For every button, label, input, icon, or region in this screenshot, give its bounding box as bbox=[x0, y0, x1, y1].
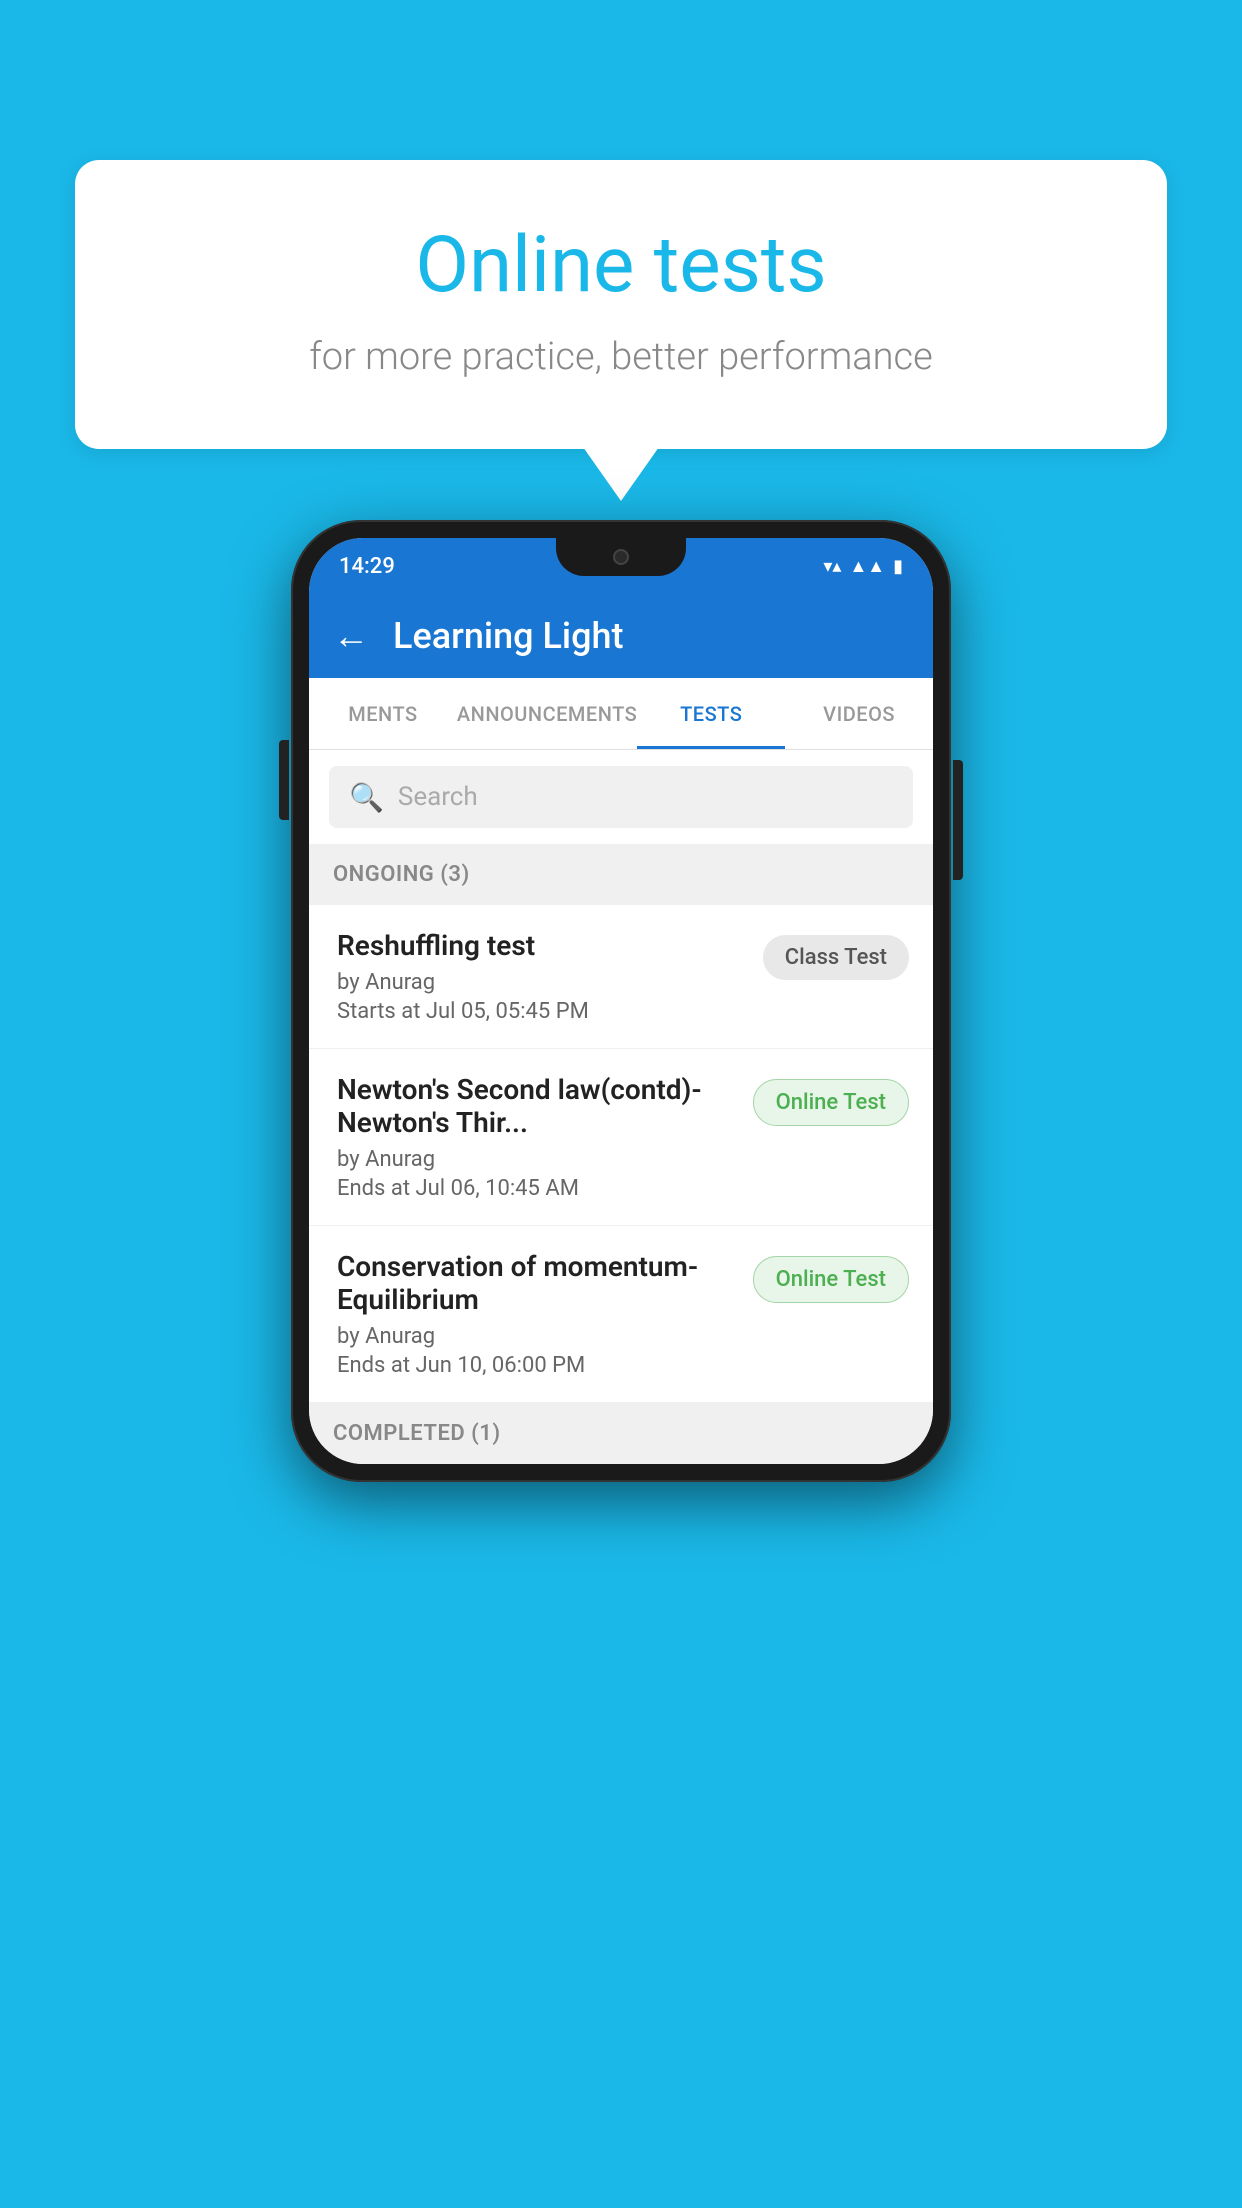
phone-wrapper: 14:29 ▾▴ ▲▲ ▮ ← Learning Light MENTS bbox=[291, 520, 951, 1482]
test-badge-online: Online Test bbox=[753, 1079, 909, 1126]
test-by: by Anurag bbox=[337, 1324, 737, 1349]
test-info: Conservation of momentum-Equilibrium by … bbox=[337, 1250, 753, 1378]
phone-screen: 14:29 ▾▴ ▲▲ ▮ ← Learning Light MENTS bbox=[309, 538, 933, 1464]
phone-outer: 14:29 ▾▴ ▲▲ ▮ ← Learning Light MENTS bbox=[291, 520, 951, 1482]
test-badge-online: Online Test bbox=[753, 1256, 909, 1303]
test-name: Newton's Second law(contd)-Newton's Thir… bbox=[337, 1073, 737, 1139]
test-badge-class: Class Test bbox=[763, 935, 909, 980]
test-time: Starts at Jul 05, 05:45 PM bbox=[337, 999, 747, 1024]
search-icon: 🔍 bbox=[349, 781, 384, 814]
test-time: Ends at Jul 06, 10:45 AM bbox=[337, 1176, 737, 1201]
test-item[interactable]: Newton's Second law(contd)-Newton's Thir… bbox=[309, 1049, 933, 1226]
camera bbox=[613, 549, 629, 565]
test-item[interactable]: Conservation of momentum-Equilibrium by … bbox=[309, 1226, 933, 1403]
app-bar: ← Learning Light bbox=[309, 594, 933, 678]
tabs-bar: MENTS ANNOUNCEMENTS TESTS VIDEOS bbox=[309, 678, 933, 750]
back-button[interactable]: ← bbox=[333, 615, 369, 657]
status-bar: 14:29 ▾▴ ▲▲ ▮ bbox=[309, 538, 933, 594]
completed-section-header: COMPLETED (1) bbox=[309, 1403, 933, 1464]
test-by: by Anurag bbox=[337, 970, 747, 995]
test-item[interactable]: Reshuffling test by Anurag Starts at Jul… bbox=[309, 905, 933, 1049]
speech-bubble-container: Online tests for more practice, better p… bbox=[75, 160, 1167, 449]
speech-bubble: Online tests for more practice, better p… bbox=[75, 160, 1167, 449]
notch bbox=[556, 538, 686, 576]
tab-videos[interactable]: VIDEOS bbox=[785, 678, 933, 749]
tab-tests[interactable]: TESTS bbox=[637, 678, 785, 749]
search-container: 🔍 Search bbox=[309, 750, 933, 844]
app-title: Learning Light bbox=[393, 615, 623, 657]
test-info: Newton's Second law(contd)-Newton's Thir… bbox=[337, 1073, 753, 1201]
status-time: 14:29 bbox=[339, 554, 395, 579]
test-list: Reshuffling test by Anurag Starts at Jul… bbox=[309, 905, 933, 1403]
test-name: Conservation of momentum-Equilibrium bbox=[337, 1250, 737, 1316]
battery-icon: ▮ bbox=[893, 556, 903, 577]
ongoing-section-header: ONGOING (3) bbox=[309, 844, 933, 905]
status-icons: ▾▴ ▲▲ ▮ bbox=[823, 556, 903, 577]
tab-announcements[interactable]: ANNOUNCEMENTS bbox=[457, 678, 637, 749]
speech-bubble-subtitle: for more practice, better performance bbox=[155, 335, 1087, 379]
test-info: Reshuffling test by Anurag Starts at Jul… bbox=[337, 929, 763, 1024]
tab-ments[interactable]: MENTS bbox=[309, 678, 457, 749]
test-by: by Anurag bbox=[337, 1147, 737, 1172]
test-time: Ends at Jun 10, 06:00 PM bbox=[337, 1353, 737, 1378]
test-name: Reshuffling test bbox=[337, 929, 747, 962]
wifi-icon: ▾▴ bbox=[823, 556, 841, 577]
speech-bubble-title: Online tests bbox=[155, 220, 1087, 311]
signal-icon: ▲▲ bbox=[849, 556, 885, 577]
search-bar[interactable]: 🔍 Search bbox=[329, 766, 913, 828]
search-placeholder: Search bbox=[398, 782, 478, 812]
